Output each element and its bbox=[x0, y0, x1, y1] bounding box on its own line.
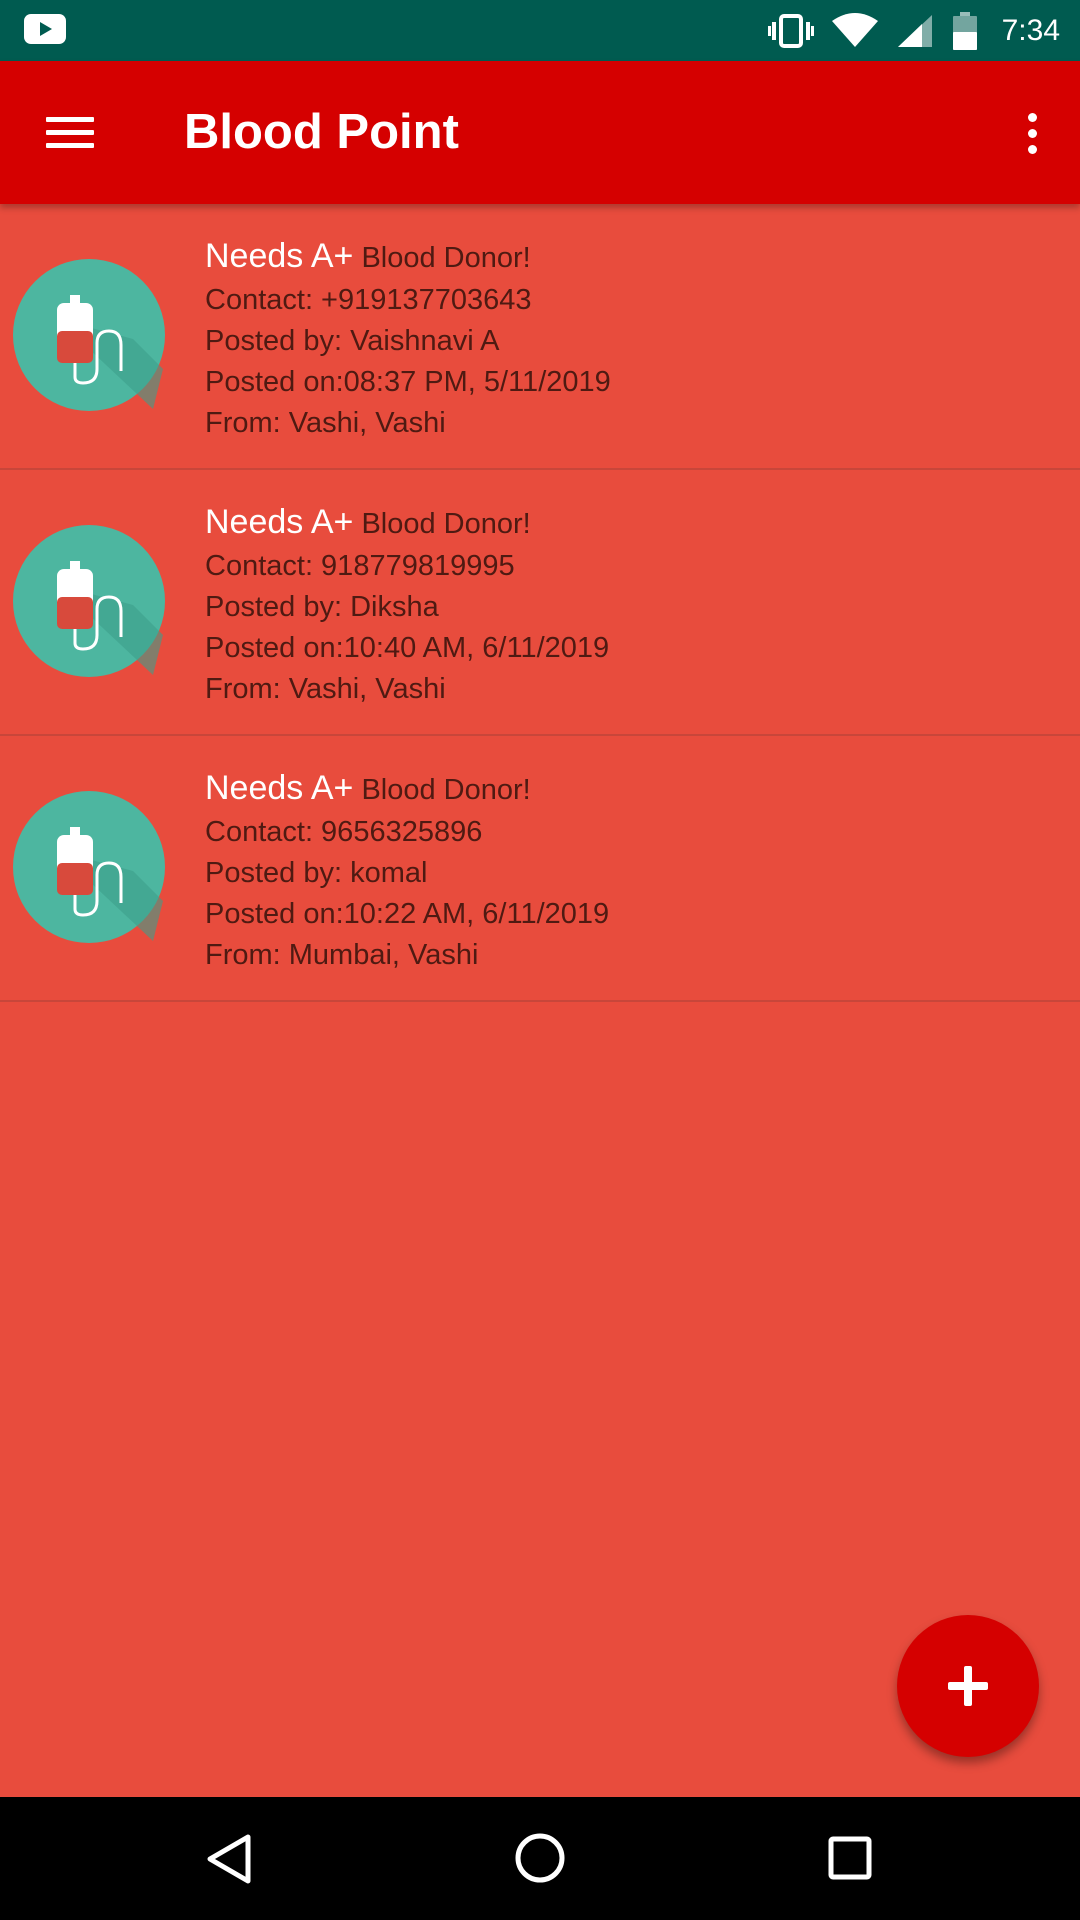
nav-bar bbox=[0, 1797, 1080, 1920]
donor-label: Blood Donor! bbox=[353, 242, 531, 274]
post-details: Needs A+ Blood Donor! Contact: 965632589… bbox=[205, 766, 609, 976]
post-title: Needs A+ Blood Donor! bbox=[205, 500, 609, 546]
blood-bag-icon bbox=[13, 791, 165, 943]
back-icon[interactable] bbox=[190, 1823, 270, 1893]
more-vert-icon[interactable] bbox=[1012, 105, 1052, 161]
app-title: Blood Point bbox=[184, 105, 459, 159]
post-from: From: Vashi, Vashi bbox=[205, 673, 446, 705]
clock: 7:34 bbox=[1001, 13, 1060, 47]
post-details: Needs A+ Blood Donor! Contact: +91913770… bbox=[205, 234, 611, 444]
post-contact: Contact: 9656325896 bbox=[205, 816, 483, 848]
post-posted-on: Posted on:10:40 AM, 6/11/2019 bbox=[205, 632, 610, 664]
post-posted-by: Posted by: komal bbox=[205, 857, 428, 889]
add-request-button[interactable] bbox=[897, 1615, 1039, 1757]
blood-group-needed: Needs A+ bbox=[205, 769, 354, 807]
post-card[interactable]: Needs A+ Blood Donor! Contact: +91913770… bbox=[0, 204, 1080, 470]
post-card[interactable]: Needs A+ Blood Donor! Contact: 965632589… bbox=[0, 736, 1080, 1002]
app-bar: Blood Point bbox=[0, 61, 1080, 204]
post-from: From: Vashi, Vashi bbox=[205, 407, 446, 439]
blood-group-needed: Needs A+ bbox=[205, 503, 354, 541]
blood-bag-icon bbox=[13, 259, 165, 411]
post-contact: Contact: +919137703643 bbox=[205, 284, 532, 316]
menu-icon[interactable] bbox=[38, 105, 102, 161]
status-bar: 7:34 bbox=[0, 0, 1080, 61]
post-from: From: Mumbai, Vashi bbox=[205, 939, 479, 971]
post-posted-by: Posted by: Vaishnavi A bbox=[205, 325, 500, 357]
post-posted-on: Posted on:08:37 PM, 5/11/2019 bbox=[205, 366, 611, 398]
blood-bag-icon bbox=[13, 525, 165, 677]
blood-group-needed: Needs A+ bbox=[205, 237, 354, 275]
donor-label: Blood Donor! bbox=[353, 508, 531, 540]
post-posted-on: Posted on:10:22 AM, 6/11/2019 bbox=[205, 898, 610, 930]
post-posted-by: Posted by: Diksha bbox=[205, 591, 439, 623]
post-contact: Contact: 918779819995 bbox=[205, 550, 515, 582]
recents-icon[interactable] bbox=[810, 1823, 890, 1893]
battery-icon bbox=[952, 11, 977, 50]
cell-signal-icon bbox=[897, 14, 932, 47]
post-title: Needs A+ Blood Donor! bbox=[205, 234, 611, 280]
post-title: Needs A+ Blood Donor! bbox=[205, 766, 609, 812]
vibrate-icon bbox=[767, 13, 814, 48]
donor-label: Blood Donor! bbox=[353, 774, 531, 806]
post-list: Needs A+ Blood Donor! Contact: +91913770… bbox=[0, 204, 1080, 1002]
post-card[interactable]: Needs A+ Blood Donor! Contact: 918779819… bbox=[0, 470, 1080, 736]
home-icon[interactable] bbox=[500, 1823, 580, 1893]
youtube-icon bbox=[24, 14, 66, 44]
wifi-icon bbox=[831, 12, 878, 47]
post-details: Needs A+ Blood Donor! Contact: 918779819… bbox=[205, 500, 609, 710]
